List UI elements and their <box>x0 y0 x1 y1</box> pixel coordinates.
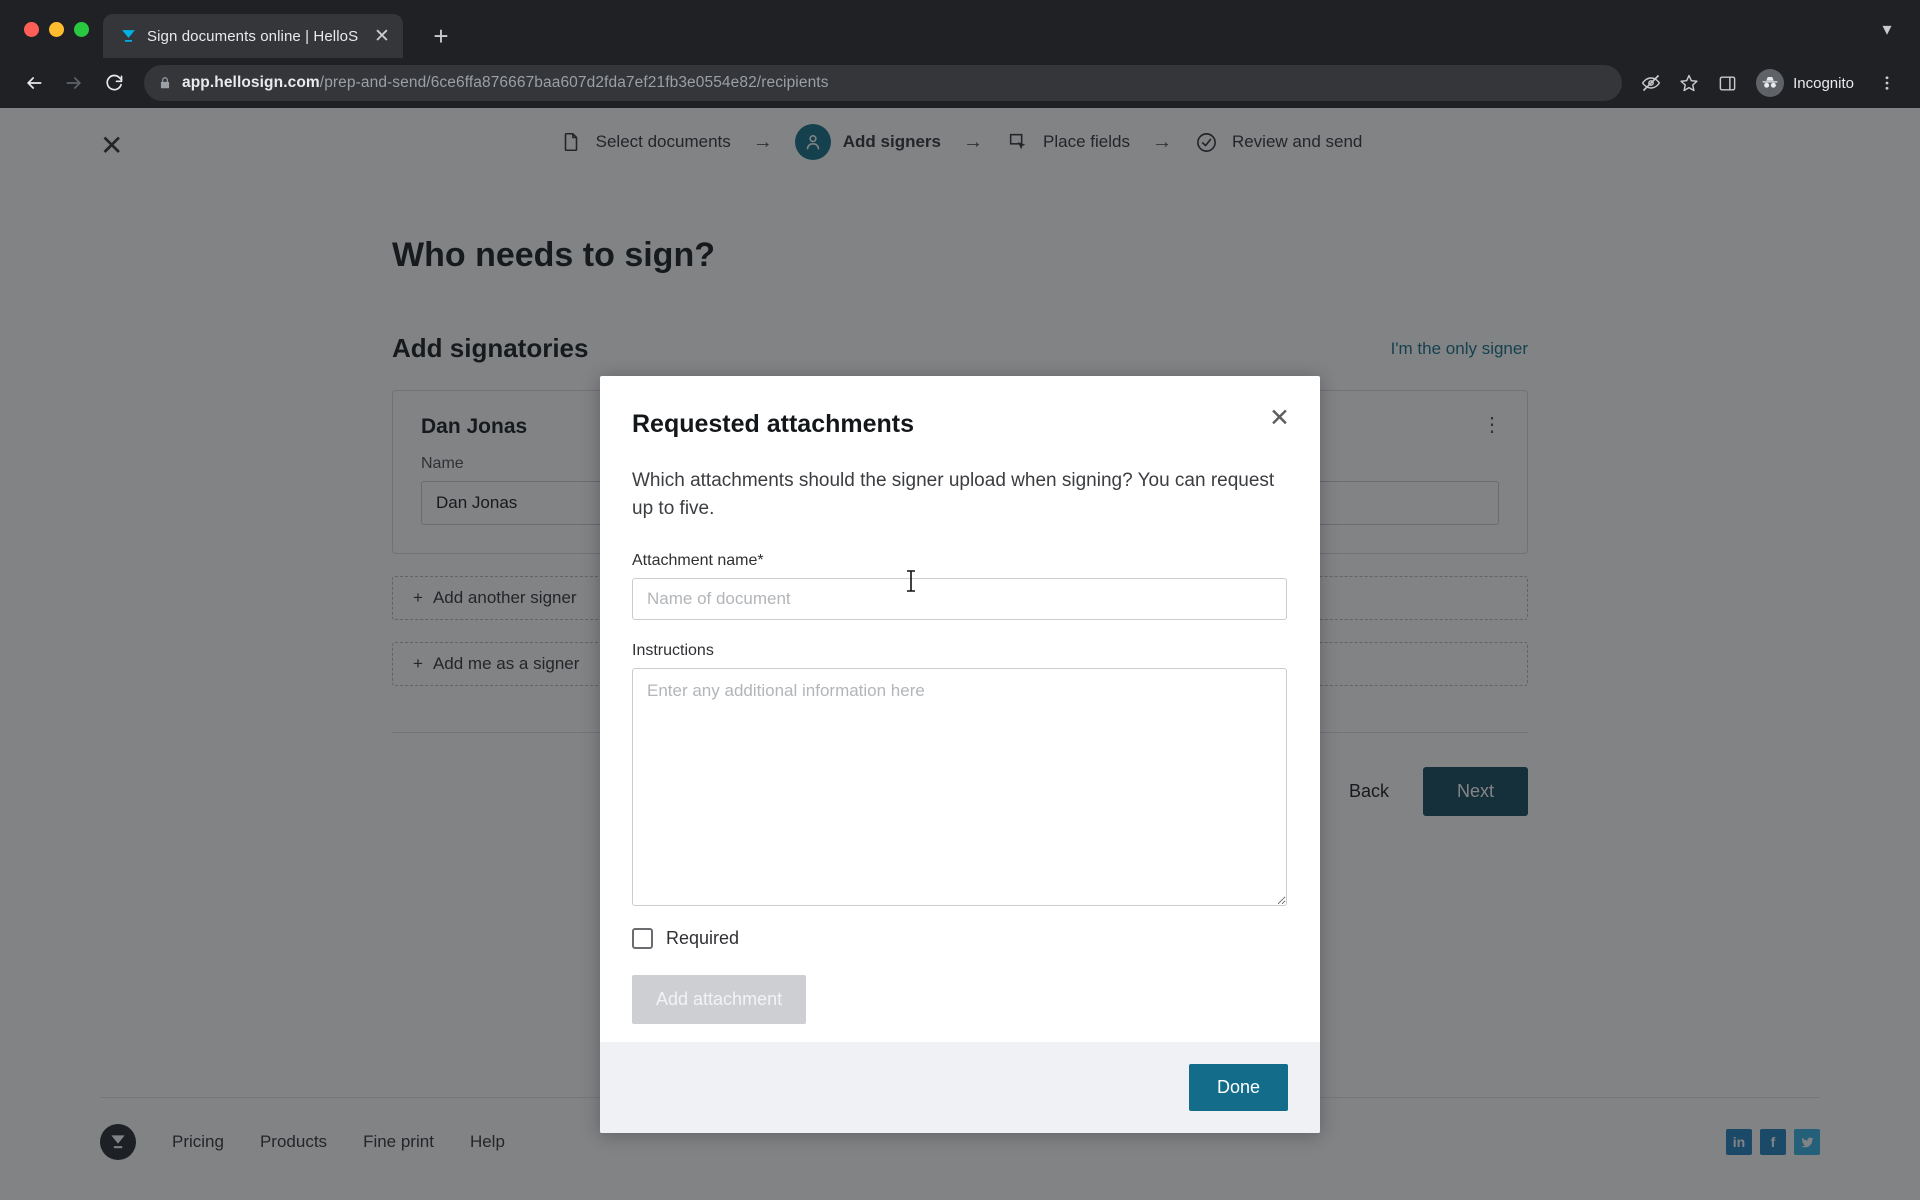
browser-tab-title: Sign documents online | HelloS <box>147 27 359 45</box>
page-root: ✕ Select documents → Add signers → <box>0 108 1920 1200</box>
browser-tab-active[interactable]: Sign documents online | HelloS ✕ <box>103 14 403 58</box>
three-dot-menu-icon[interactable] <box>1870 66 1904 100</box>
window-traffic-lights[interactable] <box>18 0 103 58</box>
required-checkbox-row[interactable]: Required <box>632 928 1288 950</box>
url-text: app.hellosign.com/prep-and-send/6ce6ffa8… <box>182 74 829 92</box>
plus-icon[interactable]: + <box>419 14 463 58</box>
requested-attachments-modal: Requested attachments ✕ Which attachment… <box>600 376 1320 1134</box>
arrow-right-icon <box>56 65 92 101</box>
text-cursor <box>905 570 917 597</box>
side-panel-icon[interactable] <box>1710 66 1744 100</box>
modal-title: Requested attachments <box>632 410 915 438</box>
close-icon[interactable]: ✕ <box>1269 406 1290 431</box>
hellosign-logo-icon <box>119 27 137 45</box>
lock-icon <box>158 76 172 90</box>
eye-slash-icon[interactable] <box>1634 66 1668 100</box>
attachment-name-input[interactable] <box>632 578 1287 621</box>
url-bar[interactable]: app.hellosign.com/prep-and-send/6ce6ffa8… <box>144 65 1623 101</box>
browser-chrome: Sign documents online | HelloS ✕ + ▾ app… <box>0 0 1920 108</box>
star-icon[interactable] <box>1672 66 1706 100</box>
profile-label: Incognito <box>1793 74 1854 92</box>
tabstrip-right: ▾ <box>1872 0 1920 58</box>
window-maximize-button[interactable] <box>74 21 89 37</box>
required-checkbox-label: Required <box>666 928 740 949</box>
modal-body: Requested attachments ✕ Which attachment… <box>600 376 1320 1042</box>
url-path: /prep-and-send/6ce6ffa876667baa607d2fda7… <box>319 74 829 91</box>
instructions-label: Instructions <box>632 642 714 660</box>
incognito-avatar-icon <box>1756 69 1785 97</box>
reload-icon[interactable] <box>96 65 132 101</box>
close-icon[interactable]: ✕ <box>371 25 393 47</box>
window-minimize-button[interactable] <box>49 21 64 37</box>
browser-omnibar: app.hellosign.com/prep-and-send/6ce6ffa8… <box>0 58 1920 108</box>
done-button[interactable]: Done <box>1188 1064 1288 1112</box>
arrow-left-icon[interactable] <box>16 65 52 101</box>
browser-tabstrip: Sign documents online | HelloS ✕ + ▾ <box>0 0 1920 58</box>
attachment-name-label: Attachment name* <box>632 552 764 570</box>
chevron-down-icon[interactable]: ▾ <box>1872 14 1902 44</box>
add-attachment-button[interactable]: Add attachment <box>632 975 807 1025</box>
window-close-button[interactable] <box>24 21 39 37</box>
profile-incognito-button[interactable]: Incognito <box>1752 66 1866 100</box>
instructions-textarea[interactable] <box>632 668 1287 907</box>
modal-description: Which attachments should the signer uplo… <box>632 470 1275 519</box>
modal-footer: Done <box>600 1042 1320 1134</box>
url-host: app.hellosign.com <box>182 74 320 91</box>
required-checkbox[interactable] <box>632 928 653 950</box>
